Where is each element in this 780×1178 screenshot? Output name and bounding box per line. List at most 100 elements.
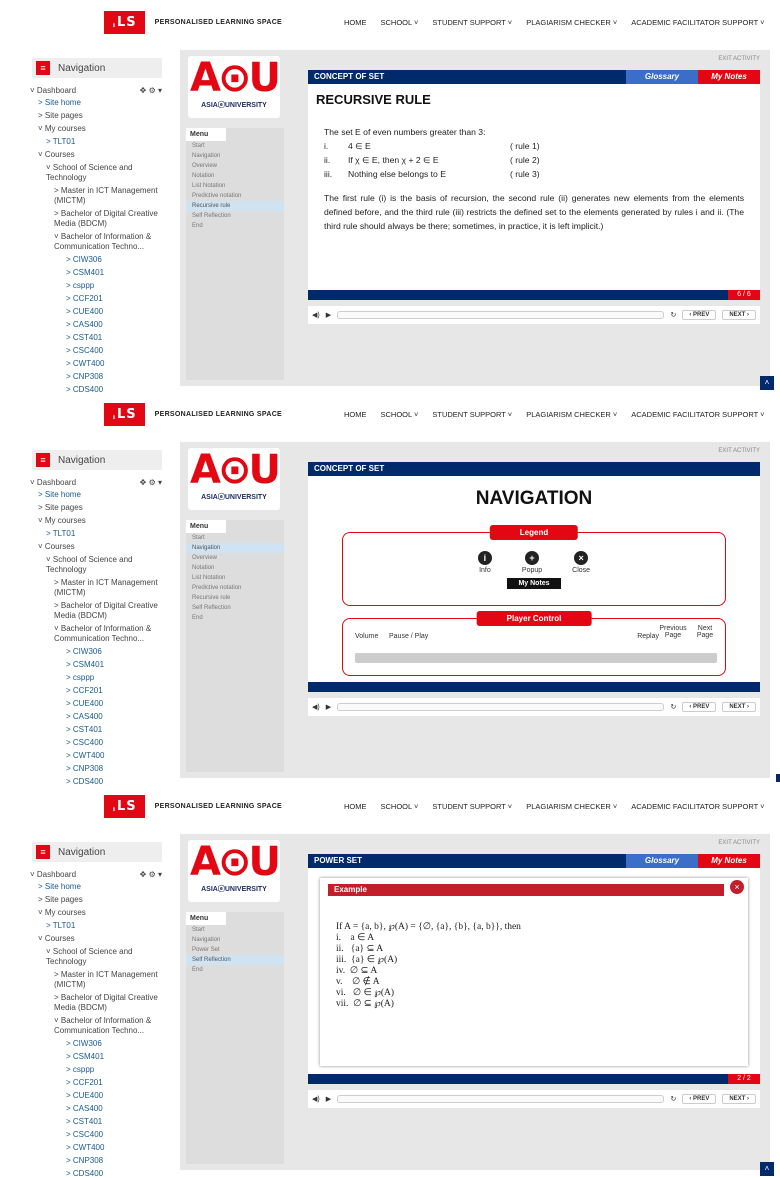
replay-icon[interactable]: ↻	[670, 703, 676, 711]
sidebar-item-label[interactable]: > CSC400	[66, 346, 103, 355]
sidebar-item[interactable]: > csppp	[32, 281, 162, 291]
next-button[interactable]: NEXT ›	[722, 310, 756, 320]
sidebar-item[interactable]: > CIW306	[32, 647, 162, 657]
sidebar-item-label[interactable]: > CCF201	[66, 1078, 103, 1087]
sidebar-item-label[interactable]: ˅ School of Science and Technology	[46, 947, 133, 966]
sidebar-item-label[interactable]: ˅ Bachelor of Information & Communicatio…	[54, 232, 151, 251]
sidebar-item-label[interactable]: ˅ My courses	[38, 516, 86, 525]
sidebar-item-label[interactable]: ˅ School of Science and Technology	[46, 555, 133, 574]
exit-activity-link[interactable]: EXIT ACTIVITY	[718, 56, 760, 62]
sidebar-item[interactable]: > CSC400	[32, 738, 162, 748]
sidebar-item-label[interactable]: > CIW306	[66, 255, 102, 264]
sidebar-item[interactable]: ˅ My courses	[32, 124, 162, 134]
sidebar-item[interactable]: ˅ School of Science and Technology	[32, 947, 162, 967]
nav-school[interactable]: SCHOOL ˅	[381, 802, 419, 811]
sidebar-item[interactable]: > Master in ICT Management (MICTM)	[32, 186, 162, 206]
nav-home[interactable]: HOME	[344, 802, 367, 811]
pls-logo[interactable]: ˌLS	[104, 794, 145, 818]
sidebar-item[interactable]: > Bachelor of Digital Creative Media (BD…	[32, 601, 162, 621]
volume-icon[interactable]: ◀)	[312, 703, 320, 711]
sidebar-item[interactable]: > CUE400	[32, 1091, 162, 1101]
sidebar-item-label[interactable]: ˅ Courses	[38, 934, 75, 943]
sidebar-item-label[interactable]: > Site pages	[38, 503, 83, 512]
sidebar-item[interactable]: > CNP308	[32, 1156, 162, 1166]
menu-item[interactable]: Start	[186, 925, 284, 935]
nav-student-support[interactable]: STUDENT SUPPORT ˅	[432, 802, 512, 811]
sidebar-item-label[interactable]: > csppp	[66, 1065, 94, 1074]
sidebar-item-label[interactable]: > CSM401	[66, 1052, 104, 1061]
sidebar-item[interactable]: ˅ School of Science and Technology	[32, 163, 162, 183]
next-button[interactable]: NEXT ›	[722, 702, 756, 712]
sidebar-item[interactable]: > CCF201	[32, 1078, 162, 1088]
menu-item[interactable]: Notation	[186, 563, 284, 573]
menu-item[interactable]: Recursive rule	[186, 593, 284, 603]
menu-tab[interactable]: Menu	[186, 912, 226, 925]
pls-logo[interactable]: ˌLS	[104, 402, 145, 426]
sidebar-item-label[interactable]: > CDS400	[66, 385, 103, 392]
menu-item[interactable]: Notation	[186, 171, 284, 181]
sidebar-item[interactable]: > Site pages	[32, 111, 162, 121]
sidebar-item[interactable]: > CSM401	[32, 268, 162, 278]
sidebar-item[interactable]: ˅ Bachelor of Information & Communicatio…	[32, 624, 162, 644]
sidebar-item-label[interactable]: > CAS400	[66, 1104, 103, 1113]
sidebar-item-label[interactable]: > Bachelor of Digital Creative Media (BD…	[54, 601, 158, 620]
sidebar-item-label[interactable]: > Master in ICT Management (MICTM)	[54, 578, 158, 597]
sidebar-item-label[interactable]: > TLT01	[46, 921, 75, 930]
nav-plagiarism-checker[interactable]: PLAGIARISM CHECKER ˅	[526, 802, 617, 811]
exit-activity-link[interactable]: EXIT ACTIVITY	[718, 840, 760, 846]
nav-plagiarism-checker[interactable]: PLAGIARISM CHECKER ˅	[526, 18, 617, 27]
menu-item[interactable]: Overview	[186, 553, 284, 563]
sidebar-item-label[interactable]: > CDS400	[66, 1169, 103, 1178]
menu-item[interactable]: Recursive rule	[186, 201, 284, 211]
hamburger-icon[interactable]: ≡	[36, 453, 50, 467]
sidebar-item-label[interactable]: ˅ Courses	[38, 150, 75, 159]
sidebar-item-label[interactable]: > CCF201	[66, 294, 103, 303]
sidebar-item[interactable]: > CWT400	[32, 359, 162, 369]
sidebar-item-dashboard[interactable]: ˅ Dashboard	[30, 870, 76, 879]
menu-tab[interactable]: Menu	[186, 520, 226, 533]
sidebar-item[interactable]: ˅ My courses	[32, 516, 162, 526]
my-notes-tab[interactable]: My Notes	[698, 854, 760, 868]
menu-item[interactable]: End	[186, 221, 284, 231]
nav-student-support[interactable]: STUDENT SUPPORT ˅	[432, 18, 512, 27]
menu-item[interactable]: Start	[186, 141, 284, 151]
next-button[interactable]: NEXT ›	[722, 1094, 756, 1104]
sidebar-item[interactable]: > CCF201	[32, 294, 162, 304]
prev-button[interactable]: ‹ PREV	[682, 310, 717, 320]
block-controls-icon[interactable]: ✥ ⚙ ▾	[140, 478, 162, 487]
glossary-tab[interactable]: Glossary	[626, 854, 698, 868]
sidebar-item-label[interactable]: > CST401	[66, 1117, 102, 1126]
menu-item[interactable]: Self Reflection	[186, 603, 284, 613]
sidebar-item[interactable]: > CAS400	[32, 1104, 162, 1114]
sidebar-item-label[interactable]: > CCF201	[66, 686, 103, 695]
menu-item[interactable]: Power Set	[186, 945, 284, 955]
nav-academic-facilitator-support[interactable]: ACADEMIC FACILITATOR SUPPORT ˅	[631, 802, 764, 811]
play-pause-icon[interactable]: ▶	[326, 311, 331, 319]
prev-button[interactable]: ‹ PREV	[682, 702, 717, 712]
sidebar-item-label[interactable]: > Site home	[38, 490, 81, 499]
sidebar-item[interactable]: ˅ Bachelor of Information & Communicatio…	[32, 232, 162, 252]
sidebar-item-label[interactable]: > CST401	[66, 333, 102, 342]
sidebar-item[interactable]: > Master in ICT Management (MICTM)	[32, 970, 162, 990]
sidebar-item[interactable]: > csppp	[32, 1065, 162, 1075]
menu-item[interactable]: Self Reflection	[186, 955, 284, 965]
sidebar-item[interactable]: ˅ Bachelor of Information & Communicatio…	[32, 1016, 162, 1036]
sidebar-item-label[interactable]: > csppp	[66, 281, 94, 290]
sidebar-item[interactable]: > CUE400	[32, 307, 162, 317]
sidebar-item-dashboard[interactable]: ˅ Dashboard	[30, 86, 76, 95]
sidebar-item-label[interactable]: ˅ My courses	[38, 908, 86, 917]
sidebar-item[interactable]: > Site home	[32, 882, 162, 892]
nav-school[interactable]: SCHOOL ˅	[381, 18, 419, 27]
block-controls-icon[interactable]: ✥ ⚙ ▾	[140, 870, 162, 879]
sidebar-item[interactable]: > CSC400	[32, 1130, 162, 1140]
menu-item[interactable]: Navigation	[186, 151, 284, 161]
sidebar-item-label[interactable]: > CNP308	[66, 764, 103, 773]
nav-academic-facilitator-support[interactable]: ACADEMIC FACILITATOR SUPPORT ˅	[631, 18, 764, 27]
prev-button[interactable]: ‹ PREV	[682, 1094, 717, 1104]
nav-plagiarism-checker[interactable]: PLAGIARISM CHECKER ˅	[526, 410, 617, 419]
sidebar-item-label[interactable]: > CUE400	[66, 1091, 103, 1100]
sidebar-item[interactable]: > CSM401	[32, 1052, 162, 1062]
menu-item[interactable]: Predictive notation	[186, 191, 284, 201]
sidebar-item-label[interactable]: > CIW306	[66, 1039, 102, 1048]
sidebar-item-label[interactable]: > Site pages	[38, 895, 83, 904]
